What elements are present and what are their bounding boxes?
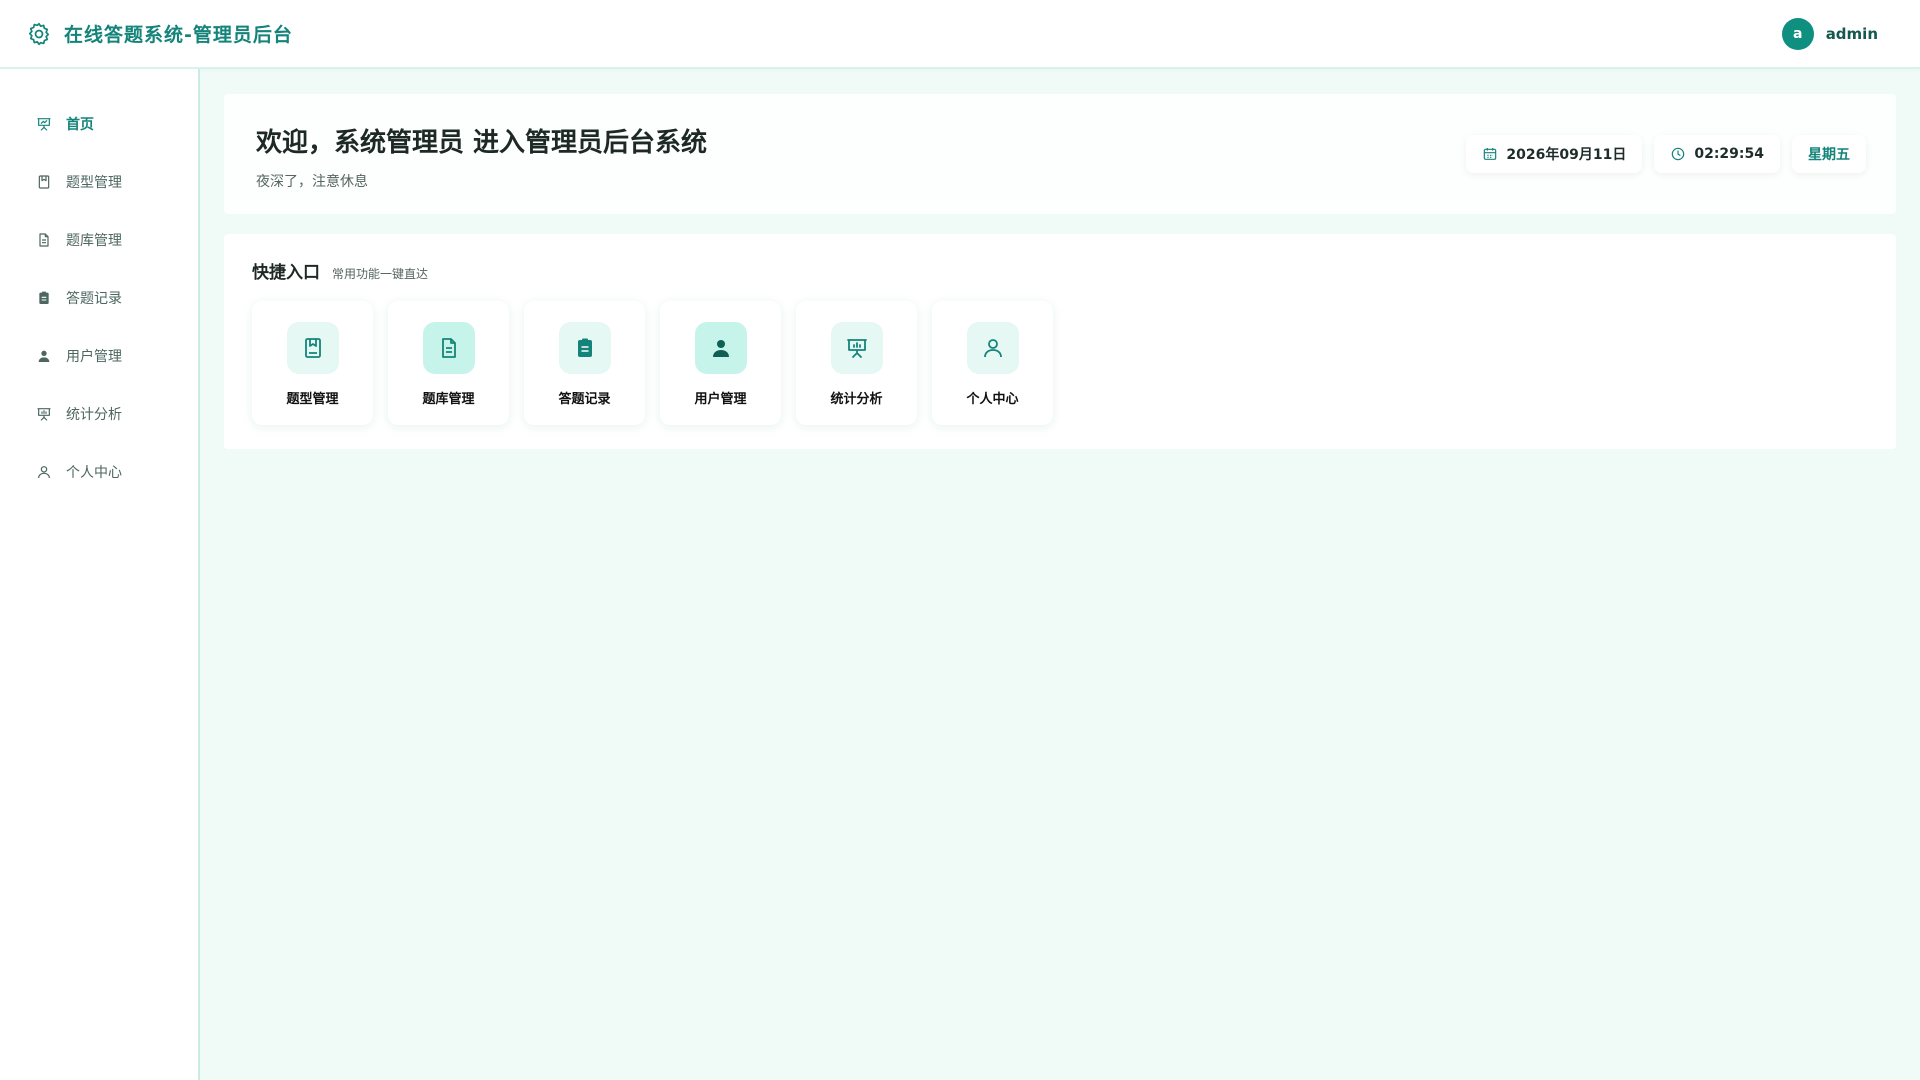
bookmark-book-icon [304,338,321,358]
quick-card-question-bank[interactable]: 题库管理 [388,301,509,425]
presentation-chart-icon [846,339,867,358]
card-label: 统计分析 [830,392,883,407]
sidebar-item-question-bank[interactable]: 题库管理 [0,211,198,269]
quick-access-header: 快捷入口 常用功能一键直达 [252,258,1868,283]
card-icon-box [286,322,339,374]
bookmark-book-icon [38,175,50,189]
sidebar-item-profile[interactable]: 个人中心 [0,443,198,501]
card-label: 个人中心 [966,392,1019,407]
card-icon-box [694,322,747,374]
user-filled-icon [712,340,729,357]
quick-access-subtitle: 常用功能一键直达 [332,267,429,281]
app-title: 在线答题系统-管理员后台 [64,24,293,46]
user-outline-icon [38,466,50,479]
user-outline-icon [983,339,1002,358]
card-label: 答题记录 [558,392,611,407]
quick-access-cards: 题型管理 题库管理 答题记录 用户管理 统计分析 个人中心 [252,301,1868,425]
quick-access-title: 快捷入口 [252,263,320,283]
username[interactable]: admin [1826,25,1878,43]
date-chip: 2026年09月11日 [1466,135,1643,173]
user-filled-icon [38,350,50,362]
datetime-chips: 2026年09月11日 02:29:54 星期五 [1466,135,1866,173]
weekday-chip: 星期五 [1792,135,1866,173]
sidebar-item-label: 题库管理 [66,233,122,249]
quick-card-users[interactable]: 用户管理 [660,301,781,425]
sidebar-item-statistics[interactable]: 统计分析 [0,385,198,443]
presentation-chart-icon [37,118,51,131]
document-icon [39,233,49,247]
card-label: 题库管理 [422,392,475,407]
brand: 在线答题系统-管理员后台 [26,20,293,47]
time-chip: 02:29:54 [1654,135,1780,173]
quick-card-statistics[interactable]: 统计分析 [796,301,917,425]
welcome-banner: 欢迎，系统管理员 进入管理员后台系统 夜深了，注意休息 2026年09月11日 … [224,94,1896,214]
clock-icon [1672,147,1685,161]
sidebar: 首页 题型管理 题库管理 答题记录 用户管理 统计分析 个人中心 [0,69,200,1080]
presentation-chart-icon [37,408,51,421]
card-label: 用户管理 [694,392,747,407]
sidebar-item-label: 用户管理 [66,349,122,365]
quick-card-question-types[interactable]: 题型管理 [252,301,373,425]
sidebar-item-label: 个人中心 [66,465,122,481]
weekday-text: 星期五 [1808,147,1850,163]
top-header: 在线答题系统-管理员后台 a admin [0,0,1920,69]
sidebar-item-label: 首页 [66,117,94,133]
calendar-icon [1484,148,1497,160]
sidebar-item-home[interactable]: 首页 [0,95,198,153]
quick-card-answer-records[interactable]: 答题记录 [524,301,645,425]
card-icon-box [966,322,1019,374]
sidebar-item-label: 答题记录 [66,291,122,307]
sidebar-item-answer-records[interactable]: 答题记录 [0,269,198,327]
sidebar-item-users[interactable]: 用户管理 [0,327,198,385]
user-menu[interactable]: a admin [1781,17,1878,50]
welcome-subtitle: 夜深了，注意休息 [256,174,368,190]
date-text: 2026年09月11日 [1506,147,1627,163]
quick-access-panel: 快捷入口 常用功能一键直达 题型管理 题库管理 答题记录 用户管理 统计分析 个… [224,234,1896,449]
time-text: 02:29:54 [1694,146,1764,162]
document-icon [441,338,456,358]
quick-card-profile[interactable]: 个人中心 [932,301,1053,425]
card-label: 题型管理 [286,392,339,407]
sidebar-item-question-types[interactable]: 题型管理 [0,153,198,211]
card-icon-box [422,322,475,374]
clipboard-icon [577,338,592,357]
gear-icon [28,22,50,45]
sidebar-item-label: 统计分析 [66,407,122,423]
avatar[interactable]: a [1781,17,1814,50]
clipboard-icon [39,291,49,304]
sidebar-item-label: 题型管理 [66,175,122,191]
card-icon-box [558,322,611,374]
main-content: 欢迎，系统管理员 进入管理员后台系统 夜深了，注意休息 2026年09月11日 … [224,94,1896,449]
card-icon-box [830,322,883,374]
